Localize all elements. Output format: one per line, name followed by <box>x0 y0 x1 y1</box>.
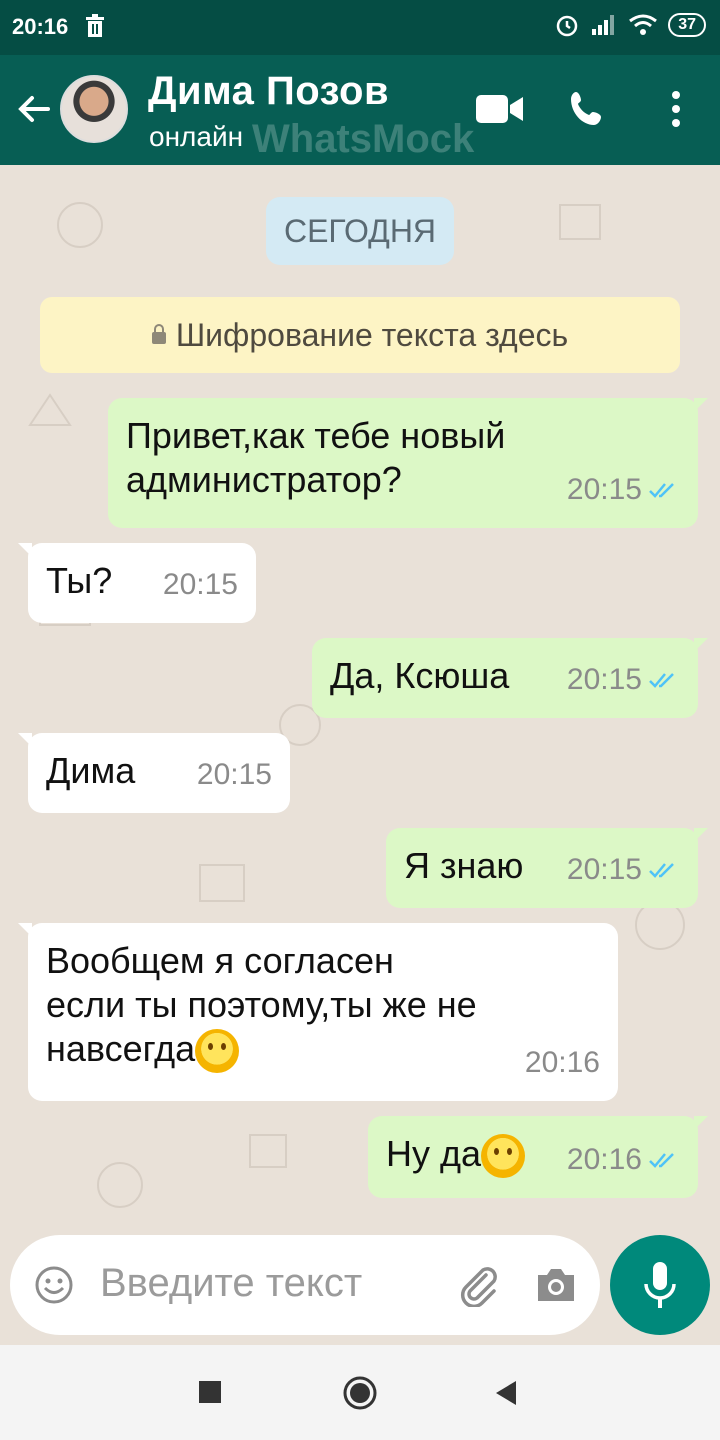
read-ticks-icon <box>649 673 674 688</box>
date-chip: СЕГОДНЯ <box>266 197 454 265</box>
trash-icon <box>86 14 104 37</box>
camera-icon[interactable] <box>534 1265 578 1305</box>
message-meta: 20:16 <box>567 1138 680 1182</box>
nav-home-icon[interactable] <box>342 1375 378 1411</box>
message-meta: 20:15 <box>567 848 680 892</box>
contact-name[interactable]: Дима Позов <box>148 69 389 114</box>
phone-icon[interactable] <box>568 89 608 129</box>
navigation-bar <box>0 1345 720 1440</box>
message-time: 20:15 <box>566 663 642 696</box>
message-text: Вообщем я согласен если ты поэтому,ты же … <box>46 939 600 1074</box>
message-time: 20:15 <box>196 758 272 791</box>
status-bar: 20:16 37 <box>0 0 720 55</box>
message-time: 20:15 <box>566 473 642 506</box>
more-vert-icon[interactable] <box>668 89 684 129</box>
read-ticks-icon <box>649 483 674 498</box>
nav-back-icon[interactable] <box>494 1379 518 1407</box>
chat-header: Дима Позов онлайн WhatsMock <box>0 55 720 165</box>
read-ticks-icon <box>649 1153 674 1168</box>
signal-icon <box>592 15 615 35</box>
message-meta: 20:15 <box>567 468 680 512</box>
message-incoming[interactable]: Ты? 20:15 <box>18 543 256 623</box>
grinning-face-with-sweat-icon <box>481 1134 526 1179</box>
message-outgoing[interactable]: Ну да 20:16 <box>368 1116 708 1198</box>
message-input[interactable]: Введите текст <box>10 1235 600 1335</box>
mic-icon <box>644 1262 676 1308</box>
video-call-icon[interactable] <box>476 93 524 125</box>
message-meta: 20:15 <box>197 753 272 797</box>
mic-button[interactable] <box>610 1235 710 1335</box>
attach-icon[interactable] <box>456 1263 500 1307</box>
message-incoming[interactable]: Дима 20:15 <box>18 733 290 813</box>
emoji-icon[interactable] <box>34 1265 74 1305</box>
nav-recents-icon[interactable] <box>199 1381 221 1403</box>
back-arrow-icon[interactable] <box>14 89 54 129</box>
status-icons: 37 <box>554 12 706 38</box>
wifi-icon <box>629 14 658 35</box>
message-outgoing[interactable]: Да, Ксюша 20:15 <box>312 638 708 718</box>
slightly-smiling-face-icon <box>195 1029 240 1074</box>
input-placeholder: Введите текст <box>100 1261 363 1305</box>
lock-icon <box>151 323 166 344</box>
message-outgoing[interactable]: Привет,как тебе новый администратор? 20:1… <box>108 398 708 528</box>
encryption-notice-text: Шифрование текста здесь <box>175 317 569 353</box>
battery-indicator: 37 <box>668 13 706 37</box>
message-outgoing[interactable]: Я знаю 20:15 <box>386 828 708 908</box>
message-time: 20:15 <box>162 568 238 601</box>
watermark: WhatsMock <box>252 117 475 161</box>
message-meta: 20:15 <box>163 563 238 607</box>
encryption-notice[interactable]: Шифрование текста здесь <box>40 297 680 373</box>
alarm-icon <box>556 15 578 37</box>
chat-area[interactable]: СЕГОДНЯ Шифрование текста здесь Привет,к… <box>0 165 720 1345</box>
read-ticks-icon <box>649 863 674 878</box>
message-meta: 20:16 <box>525 1041 600 1085</box>
message-incoming[interactable]: Вообщем я согласен если ты поэтому,ты же … <box>18 923 618 1101</box>
message-time: 20:15 <box>566 853 642 886</box>
contact-status: онлайн <box>149 121 244 152</box>
status-time: 20:16 <box>12 14 69 39</box>
message-meta: 20:15 <box>567 658 680 702</box>
avatar[interactable] <box>60 75 128 143</box>
message-time: 20:16 <box>566 1143 642 1176</box>
message-time: 20:16 <box>524 1046 600 1079</box>
